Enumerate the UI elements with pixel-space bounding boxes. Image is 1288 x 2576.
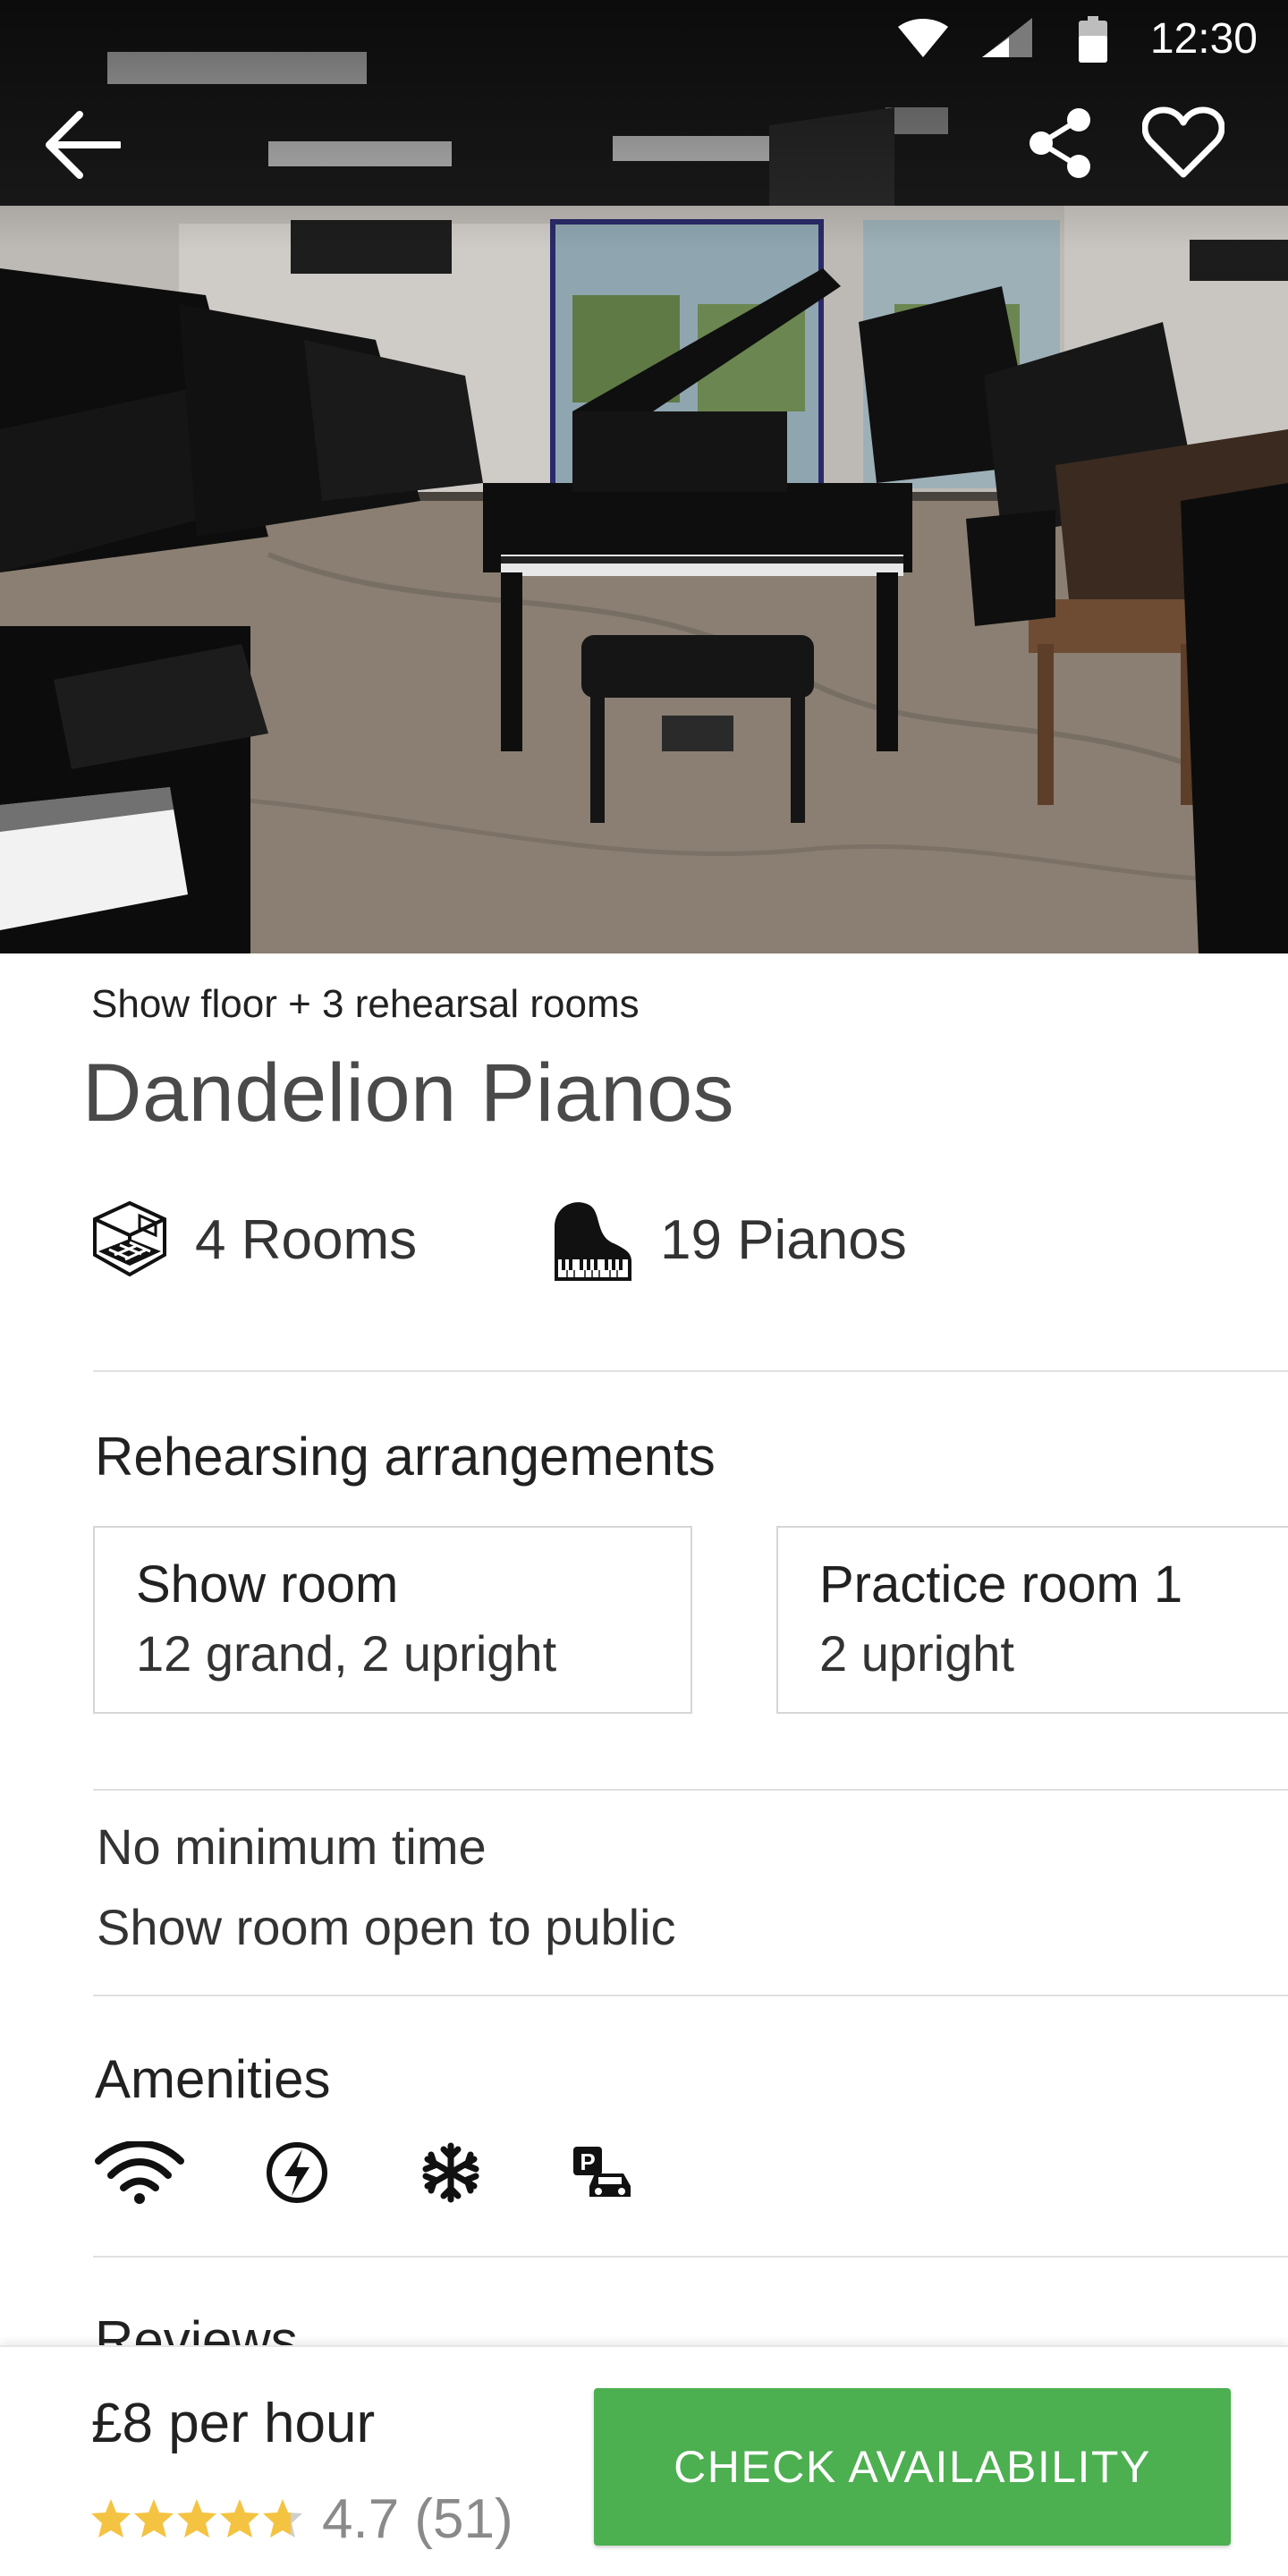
status-time: 12:30 [1149, 15, 1258, 63]
minimum-time-note: No minimum time [97, 1818, 487, 1875]
divider [93, 2256, 1288, 2258]
back-button[interactable] [36, 98, 129, 191]
check-availability-button[interactable]: CHECK AVAILABILITY [594, 2388, 1231, 2546]
room-name: Show room [136, 1555, 399, 1614]
rooms-icon [93, 1200, 166, 1277]
pianos-stat: 19 Pianos [551, 1195, 907, 1284]
venue-subtitle: Show floor + 3 rehearsal rooms [91, 982, 640, 1026]
battery-icon [1079, 16, 1107, 67]
grand-piano-icon [555, 1202, 631, 1281]
divider [93, 1370, 1288, 1372]
divider [93, 1789, 1288, 1791]
amenities-title: Amenities [95, 2049, 331, 2109]
rating: 4.7 (51) [89, 2483, 513, 2555]
room-card-practice-room-1[interactable]: Practice room 1 2 upright [776, 1526, 1288, 1714]
public-access-note: Show room open to public [97, 1899, 676, 1955]
price: £8 per hour [91, 2392, 375, 2455]
status-bar: 12:30 [0, 0, 1288, 82]
wifi-icon [95, 2132, 184, 2213]
room-pianos: 12 grand, 2 upright [136, 1625, 557, 1682]
room-card-show-room[interactable]: Show room 12 grand, 2 upright [93, 1526, 692, 1714]
heart-outline-icon [1142, 106, 1224, 178]
room-name: Practice room 1 [819, 1555, 1183, 1614]
star-icon [177, 2499, 216, 2538]
price-amount: £8 [91, 2393, 153, 2454]
favorite-button[interactable] [1134, 97, 1233, 190]
rooms-stat: 4 Rooms [89, 1195, 417, 1284]
power-icon [261, 2132, 333, 2213]
arrow-back-icon [46, 111, 121, 179]
star-icon [263, 2499, 302, 2538]
rooms-count: 4 Rooms [195, 1208, 418, 1271]
divider [93, 1995, 1288, 1996]
wifi-signal-icon [898, 18, 948, 62]
rating-text: 4.7 (51) [322, 2487, 513, 2550]
svg-text:P: P [580, 2148, 595, 2175]
air-conditioning-icon [417, 2132, 485, 2213]
price-unit: per hour [168, 2393, 376, 2454]
booking-bar: £8 per hour 4.7 (51) CHECK AVAILABILITY [0, 2345, 1288, 2576]
cell-signal-icon [982, 18, 1032, 62]
rating-stars [89, 2497, 304, 2540]
pianos-count: 19 Pianos [660, 1208, 907, 1271]
venue-name: Dandelion Pianos [82, 1047, 735, 1139]
share-button[interactable] [1014, 97, 1107, 190]
star-icon [134, 2499, 174, 2538]
star-icon [91, 2499, 131, 2538]
parking-icon: P [569, 2132, 637, 2213]
star-icon [220, 2499, 259, 2538]
arrangements-title: Rehearsing arrangements [95, 1427, 716, 1487]
room-pianos: 2 upright [819, 1625, 1014, 1682]
share-icon [1030, 108, 1090, 178]
